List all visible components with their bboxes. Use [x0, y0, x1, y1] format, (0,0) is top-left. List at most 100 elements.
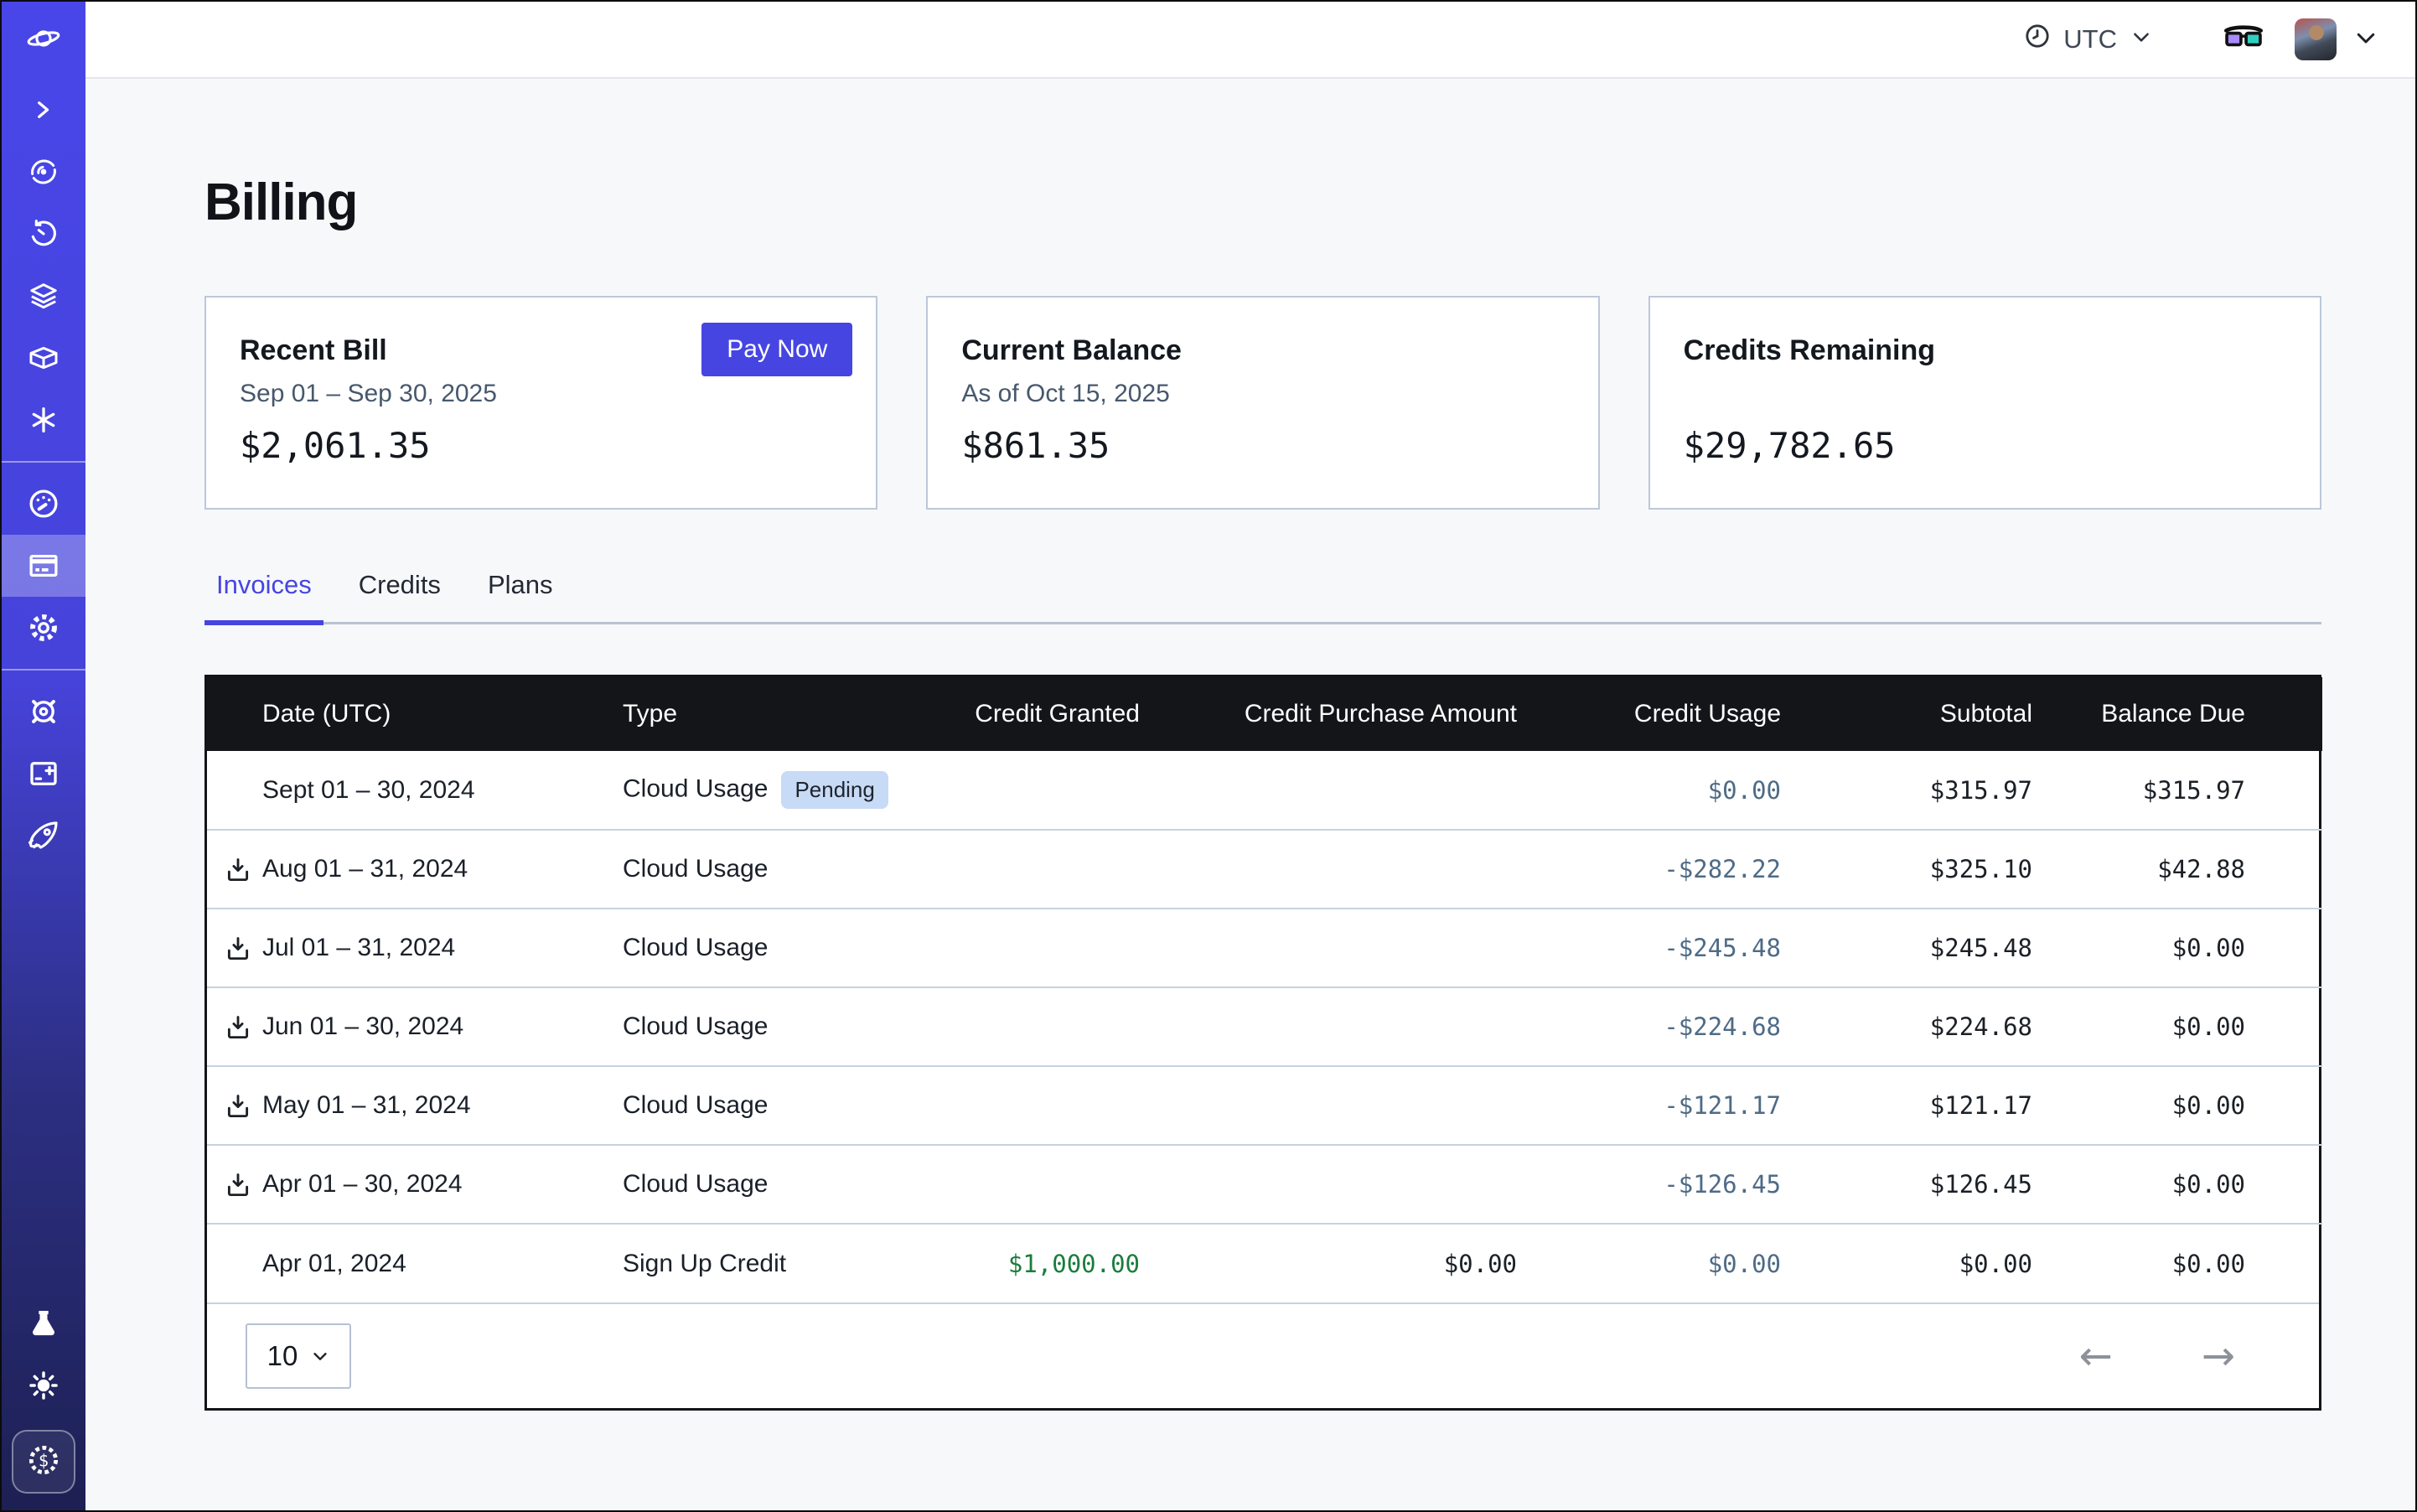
column-type: Type — [623, 677, 903, 751]
column-credit-usage: Credit Usage — [1517, 677, 1781, 751]
previous-page-button[interactable]: ← — [2079, 1336, 2113, 1376]
chevron-down-icon[interactable] — [2353, 25, 2378, 54]
avatar[interactable] — [2295, 18, 2337, 60]
gear-icon — [26, 610, 61, 645]
rocket-icon — [26, 818, 61, 853]
timezone-selector[interactable]: UTC — [2023, 22, 2152, 57]
svg-text:$: $ — [39, 1450, 49, 1470]
credit-usage-cell: $0.00 — [1517, 1224, 1781, 1302]
card-title: Recent Bill — [240, 334, 387, 367]
invoice-date: Sept 01 – 30, 2024 — [262, 776, 475, 804]
sidebar-item-labs[interactable] — [27, 1292, 60, 1354]
balance-due-cell: $315.97 — [2032, 751, 2322, 830]
invoice-date: Jun 01 – 30, 2024 — [262, 1012, 463, 1040]
credit-purchase-amount-cell — [1140, 1066, 1517, 1145]
invoice-type: Cloud Usage — [623, 934, 768, 961]
download-icon — [224, 1013, 252, 1042]
card-amount: $2,061.35 — [240, 425, 431, 466]
invoice-date-cell: Apr 01, 2024 — [207, 1224, 623, 1302]
sidebar-item-asterisk[interactable] — [2, 389, 85, 451]
sidebar-item-theme[interactable] — [26, 1354, 61, 1416]
invoice-date: Apr 01, 2024 — [262, 1250, 406, 1277]
credit-purchase-amount-cell — [1140, 909, 1517, 987]
sidebar-item-helm[interactable] — [2, 681, 85, 743]
chevron-down-icon — [2130, 24, 2152, 54]
sidebar-item-logo[interactable] — [2, 2, 85, 79]
table-row: Apr 01, 2024Sign Up Credit$1,000.00$0.00… — [207, 1224, 2322, 1302]
sidebar-item-timer[interactable] — [2, 203, 85, 265]
subtotal-cell: $325.10 — [1781, 830, 2032, 909]
invoice-type-cell: Cloud Usage — [623, 830, 903, 909]
pay-now-button[interactable]: Pay Now — [701, 323, 852, 376]
invoice-type-cell: Cloud Usage — [623, 987, 903, 1066]
balance-due-cell: $0.00 — [2032, 909, 2322, 987]
billing-tabs: Invoices Credits Plans — [204, 570, 2321, 624]
status-badge: Pending — [781, 771, 888, 809]
sun-icon — [26, 1368, 61, 1403]
tab-invoices[interactable]: Invoices — [204, 570, 323, 622]
sidebar-item-cube[interactable] — [2, 327, 85, 389]
card-subtitle: Sep 01 – Sep 30, 2025 — [240, 380, 497, 408]
invoice-type-cell: Cloud Usage — [623, 1145, 903, 1224]
invoice-type: Cloud Usage — [623, 1091, 768, 1119]
download-button[interactable] — [224, 855, 262, 884]
invoice-date-cell: Jul 01 – 31, 2024 — [207, 909, 623, 987]
timezone-label: UTC — [2063, 24, 2117, 54]
balance-due-cell: $42.88 — [2032, 830, 2322, 909]
invoice-type: Cloud Usage — [623, 1012, 768, 1040]
invoices-table: Date (UTC) Type Credit Granted Credit Pu… — [204, 675, 2321, 1411]
tab-credits[interactable]: Credits — [347, 570, 453, 622]
credit-usage-cell: -$224.68 — [1517, 987, 1781, 1066]
asterisk-icon — [27, 403, 60, 437]
table-row: Apr 01 – 30, 2024Cloud Usage-$126.45$126… — [207, 1145, 2322, 1224]
sidebar-divider — [2, 461, 85, 463]
invoice-type: Cloud Usage — [623, 774, 768, 802]
sidebar-item-billing[interactable] — [2, 535, 85, 597]
demo-mode-button[interactable] — [2224, 23, 2263, 56]
cube-icon — [27, 341, 60, 375]
sidebar-item-docs[interactable] — [2, 743, 85, 805]
invoice-date-cell: Jun 01 – 30, 2024 — [207, 987, 623, 1066]
download-icon — [224, 1171, 252, 1199]
galaxy-icon — [27, 155, 60, 189]
invoice-date: May 01 – 31, 2024 — [262, 1091, 471, 1119]
sidebar-item-layers[interactable] — [2, 265, 85, 327]
page-title: Billing — [204, 173, 2321, 232]
download-button[interactable] — [224, 934, 262, 963]
subtotal-cell: $121.17 — [1781, 1066, 2032, 1145]
download-button[interactable] — [224, 1091, 262, 1121]
credit-usage-cell: -$121.17 — [1517, 1066, 1781, 1145]
topbar: UTC — [85, 2, 2415, 79]
tab-plans[interactable]: Plans — [476, 570, 565, 622]
invoice-type-cell: Cloud Usage — [623, 1066, 903, 1145]
table-row: Sept 01 – 30, 2024Cloud UsagePending$0.0… — [207, 751, 2322, 830]
3d-glasses-icon — [2224, 23, 2263, 56]
credit-granted-cell — [903, 1145, 1140, 1224]
sidebar-item-console[interactable] — [2, 79, 85, 141]
invoice-type: Cloud Usage — [623, 1170, 768, 1198]
invoice-table-body: Sept 01 – 30, 2024 Cloud Usage Pending $0.0… — [207, 751, 2322, 1302]
download-icon — [224, 1092, 252, 1121]
summary-cards: Recent Bill Sep 01 – Sep 30, 2025 $2,061… — [204, 296, 2321, 510]
subtotal-cell: $224.68 — [1781, 987, 2032, 1066]
next-page-button[interactable]: → — [2202, 1336, 2235, 1376]
download-button[interactable] — [224, 1012, 262, 1042]
sidebar-item-launch[interactable] — [2, 805, 85, 867]
credits-remaining-card: Credits Remaining $29,782.65 — [1648, 296, 2321, 510]
book-plus-icon — [26, 756, 61, 791]
main-content: Billing Recent Bill Sep 01 – Sep 30, 202… — [85, 79, 2415, 1510]
invoice-date-cell: Aug 01 – 31, 2024 — [207, 830, 623, 909]
sidebar-item-settings[interactable] — [2, 597, 85, 659]
column-balance-due: Balance Due — [2032, 677, 2322, 751]
sidebar-item-galaxy[interactable] — [2, 141, 85, 203]
invoice-type: Sign Up Credit — [623, 1250, 786, 1277]
credit-usage-cell: -$282.22 — [1517, 830, 1781, 909]
download-icon — [224, 856, 252, 884]
credits-button[interactable]: $ — [12, 1430, 75, 1494]
credit-purchase-amount-cell — [1140, 987, 1517, 1066]
clock-icon — [2023, 22, 2052, 57]
helm-icon — [26, 694, 61, 729]
sidebar-item-usage[interactable] — [2, 473, 85, 535]
page-size-select[interactable]: 10 — [246, 1323, 351, 1389]
download-button[interactable] — [224, 1170, 262, 1199]
